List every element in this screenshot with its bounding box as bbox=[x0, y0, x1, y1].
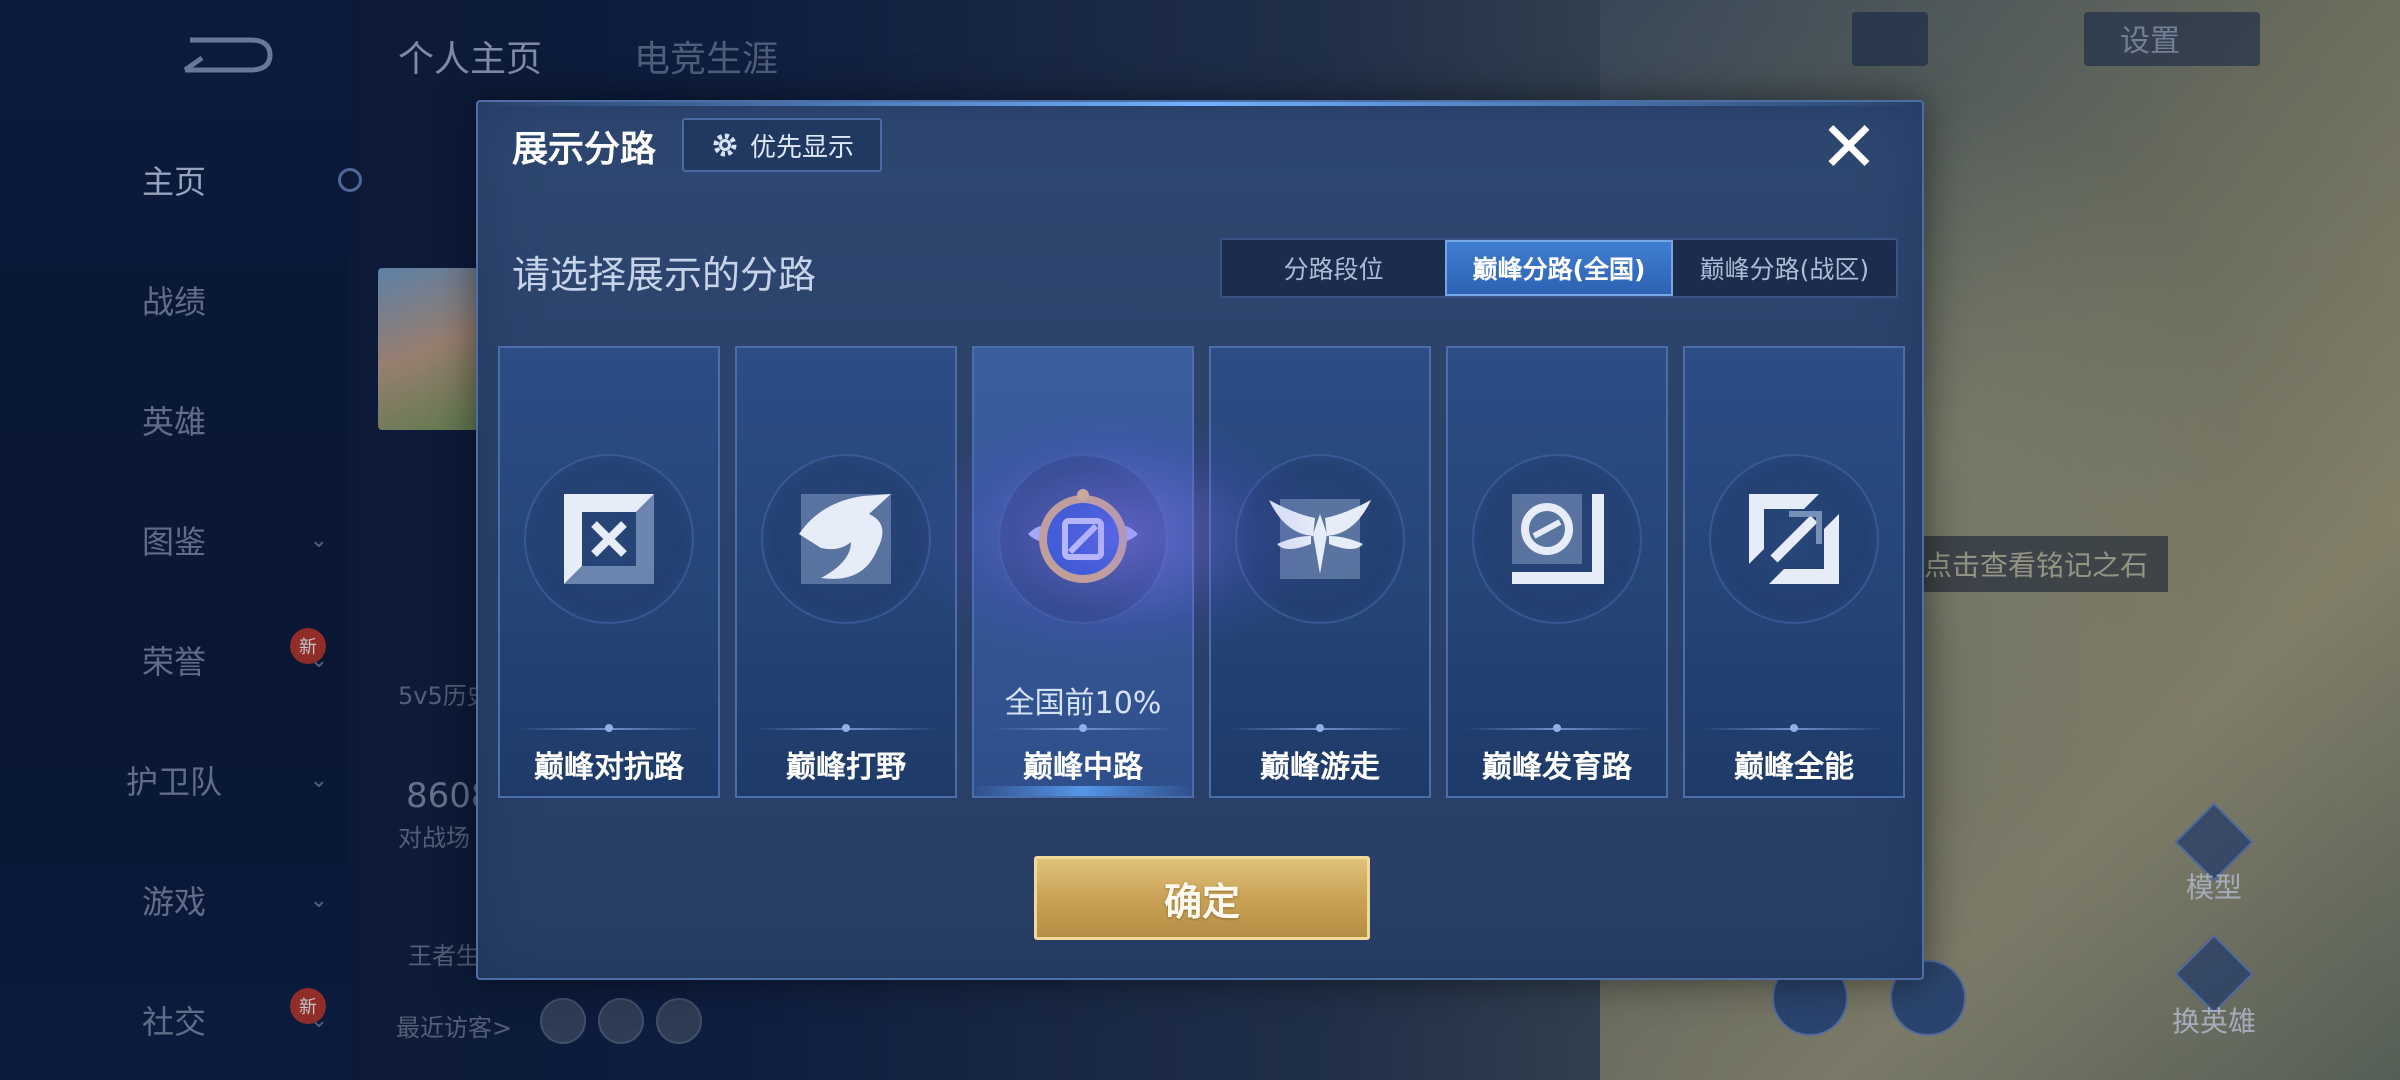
mid-lane-emblem-icon bbox=[1028, 489, 1138, 583]
lane-card-roam[interactable]: 巅峰游走 bbox=[1209, 346, 1431, 798]
close-icon[interactable]: ✕ bbox=[1814, 112, 1884, 182]
card-divider bbox=[992, 724, 1174, 732]
dialog-subtitle: 请选择展示的分路 bbox=[512, 253, 817, 297]
gear-icon bbox=[713, 133, 737, 157]
rank-percentile: 全国前10% bbox=[1004, 686, 1162, 721]
lane-card-all-round[interactable]: 巅峰全能 bbox=[1683, 346, 1905, 798]
tab-peak-lane-region[interactable]: 巅峰分路(战区) bbox=[1673, 240, 1896, 296]
lane-card-top[interactable]: 巅峰对抗路 bbox=[498, 346, 720, 798]
lane-card-mid[interactable]: 全国前10% 巅峰中路 bbox=[972, 346, 1194, 798]
card-divider bbox=[1466, 724, 1648, 732]
card-divider bbox=[1229, 724, 1411, 732]
lane-card-label: 巅峰中路 bbox=[1023, 750, 1143, 785]
all-round-icon bbox=[1749, 494, 1839, 584]
lane-card-label: 巅峰打野 bbox=[786, 750, 906, 785]
card-divider bbox=[518, 724, 700, 732]
lane-scope-tabs: 分路段位 巅峰分路(全国) 巅峰分路(战区) bbox=[1220, 238, 1898, 298]
lane-card-jungle[interactable]: 巅峰打野 bbox=[735, 346, 957, 798]
marksman-icon bbox=[1512, 494, 1604, 584]
card-divider bbox=[755, 724, 937, 732]
priority-display-button[interactable]: 优先显示 bbox=[682, 118, 882, 172]
sword-cross-icon bbox=[564, 494, 654, 584]
lane-card-label: 巅峰对抗路 bbox=[534, 750, 684, 785]
dragon-icon bbox=[799, 494, 891, 584]
wings-icon bbox=[1269, 499, 1371, 579]
confirm-button[interactable]: 确定 bbox=[1034, 856, 1370, 940]
tab-peak-lane-national[interactable]: 巅峰分路(全国) bbox=[1445, 240, 1673, 296]
priority-label: 优先显示 bbox=[749, 132, 854, 163]
lane-card-label: 巅峰发育路 bbox=[1482, 750, 1632, 785]
lane-card-label: 巅峰全能 bbox=[1734, 750, 1854, 785]
lane-display-dialog: 展示分路 优先显示 ✕ 请选择展示的分路 分路段位 巅峰分路(全国) 巅峰分路(… bbox=[476, 100, 1924, 980]
tab-lane-rank[interactable]: 分路段位 bbox=[1222, 240, 1445, 296]
modal-top-decoration bbox=[478, 102, 1922, 106]
selected-glow bbox=[974, 786, 1192, 796]
dialog-title: 展示分路 bbox=[512, 129, 657, 170]
lane-card-bot[interactable]: 巅峰发育路 bbox=[1446, 346, 1668, 798]
lane-card-list: 巅峰对抗路 巅峰打野 全国前10% 巅峰中路 巅峰游走 巅峰发育路 巅峰全能 bbox=[498, 346, 1905, 798]
card-divider bbox=[1703, 724, 1885, 732]
lane-card-label: 巅峰游走 bbox=[1260, 750, 1380, 785]
